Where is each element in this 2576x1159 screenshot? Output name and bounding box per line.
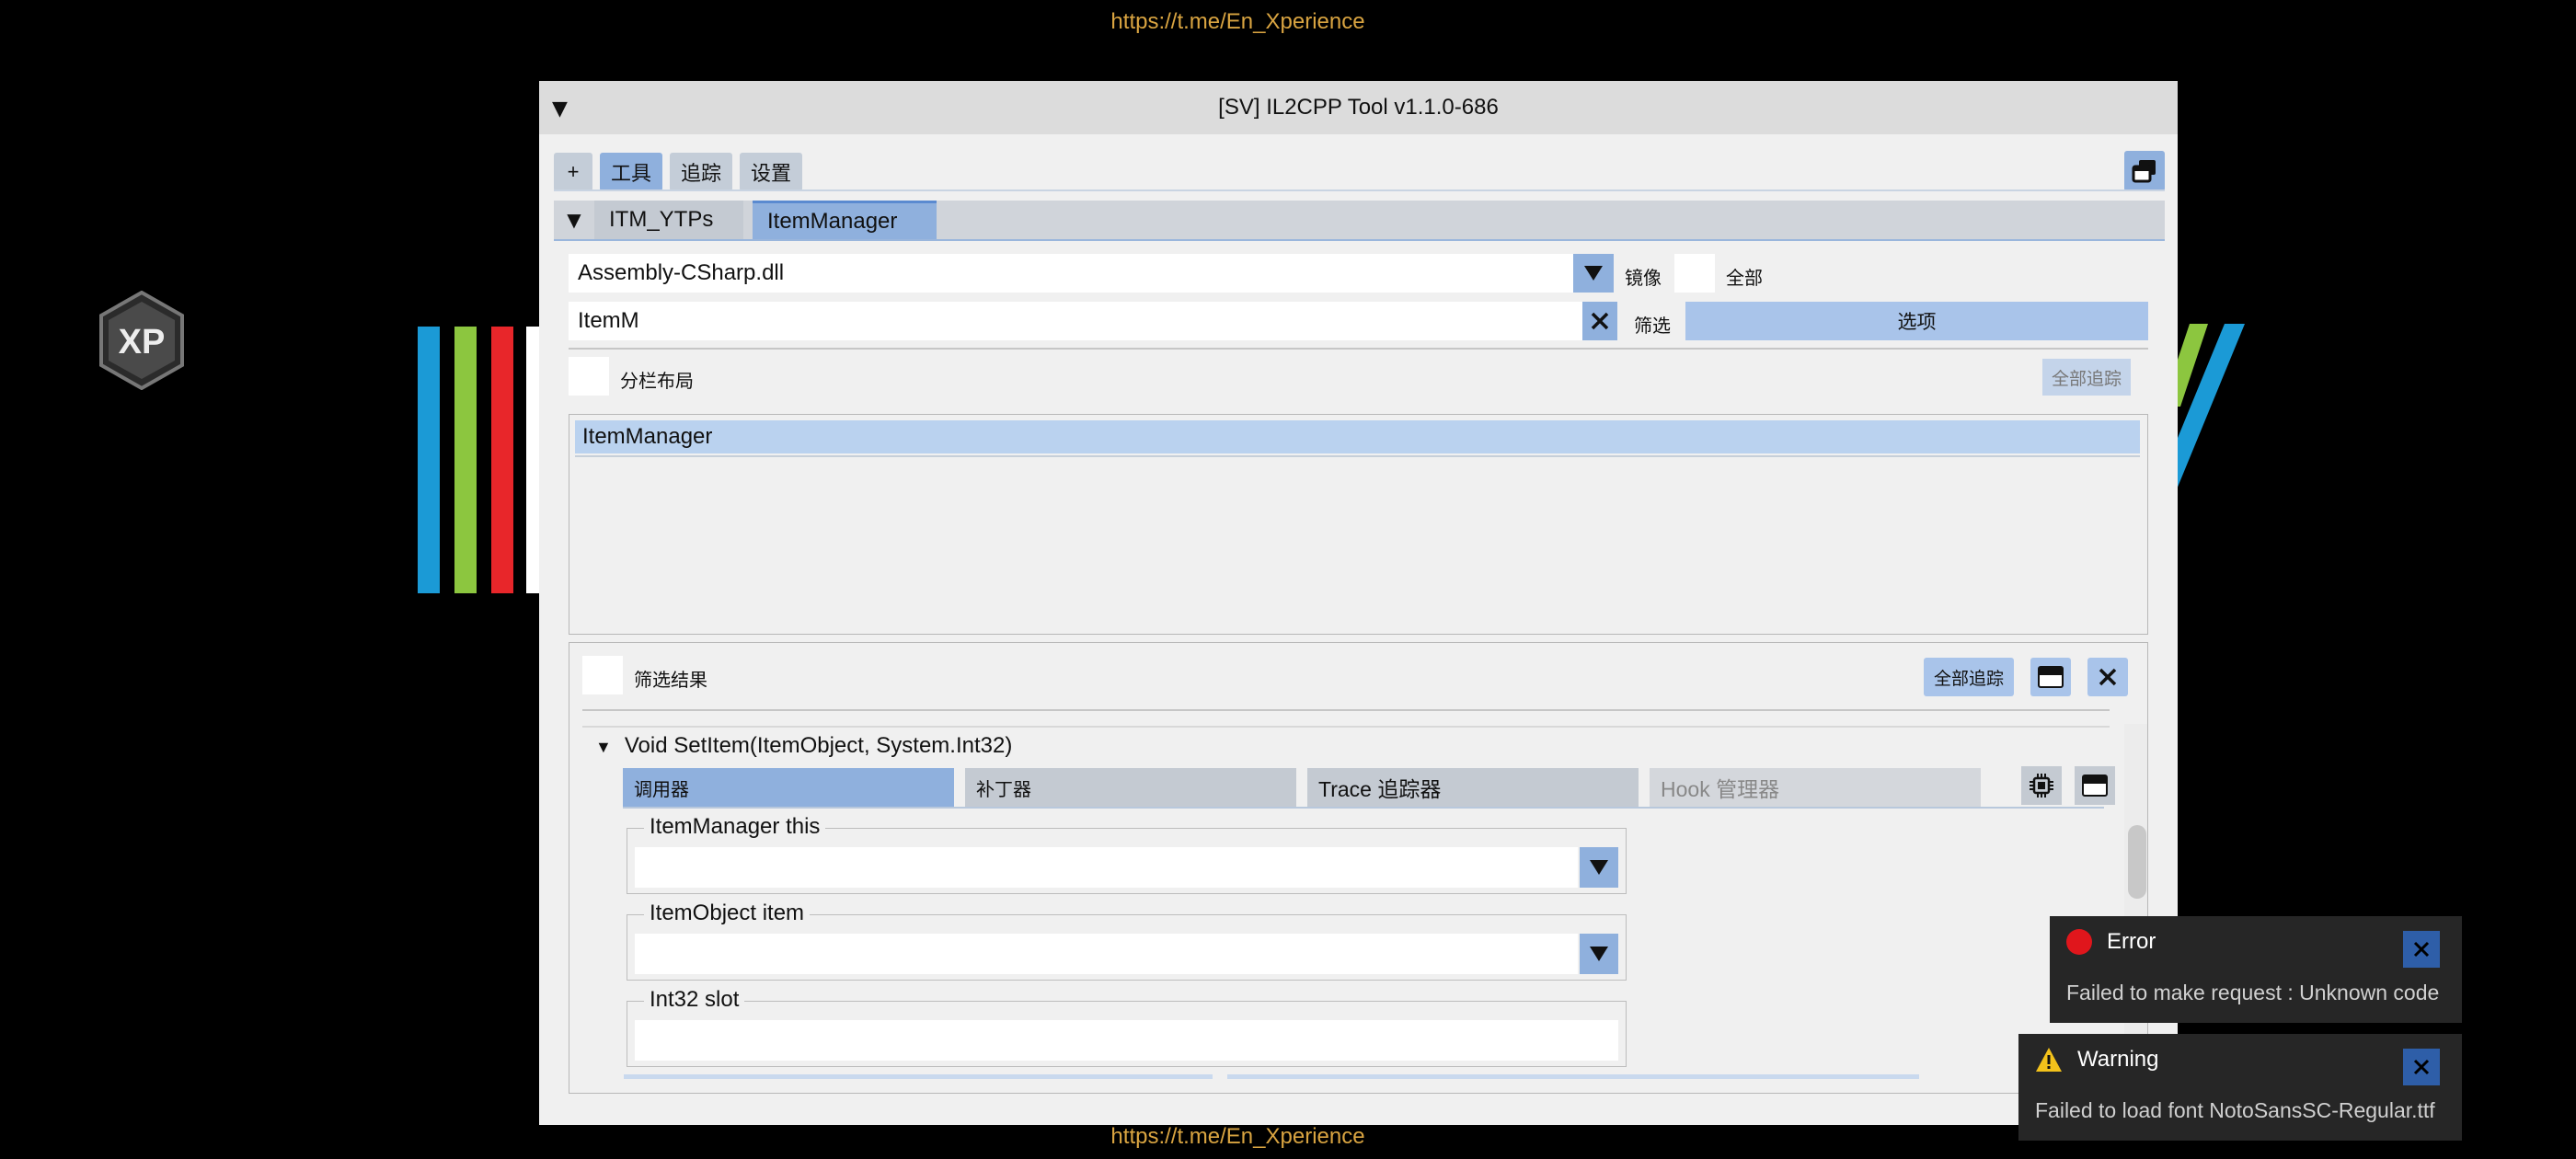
chip-icon bbox=[2030, 774, 2053, 798]
list-item-itemmanager[interactable]: ItemManager bbox=[575, 420, 2140, 453]
window-title: [SV] IL2CPP Tool v1.1.0-686 bbox=[1218, 95, 1499, 120]
assembly-dropdown-button[interactable] bbox=[1573, 254, 1614, 293]
all-label: 全部 bbox=[1726, 267, 1763, 289]
decor-stripes-right bbox=[2171, 324, 2245, 489]
list-item-underline bbox=[575, 455, 2140, 457]
class-tab-bar: ▼ ITM_YTPs ItemManager bbox=[554, 201, 2165, 239]
error-toast-title: Error bbox=[2107, 929, 2156, 954]
all-checkbox[interactable] bbox=[1674, 254, 1715, 293]
top-tab-bar: + 工具 追踪 设置 bbox=[554, 153, 803, 191]
error-toast: Error Failed to make request : Unknown c… bbox=[2050, 916, 2462, 1023]
method-divider bbox=[582, 726, 2110, 728]
chevron-down-icon bbox=[1590, 947, 1608, 961]
filter-results-checkbox[interactable] bbox=[582, 656, 623, 694]
trace-all-classes-button[interactable]: 全部追踪 bbox=[2042, 359, 2131, 396]
chevron-down-icon bbox=[1590, 860, 1608, 875]
param-group-slot: Int32 slot bbox=[627, 987, 1627, 1067]
decor-stripe-blue bbox=[418, 327, 440, 593]
dismiss-warning-button[interactable] bbox=[2403, 1049, 2440, 1085]
tab-itemmanager[interactable]: ItemManager bbox=[753, 201, 937, 239]
param-dropdown-item[interactable] bbox=[1580, 934, 1618, 974]
window-minimize-icon bbox=[2038, 666, 2064, 688]
split-layout-checkbox[interactable] bbox=[569, 357, 609, 396]
warning-toast-header: Warning bbox=[2035, 1047, 2158, 1073]
tab-invoker[interactable]: 调用器 bbox=[623, 768, 954, 807]
subtab-divider bbox=[554, 239, 2165, 241]
minimize-panel-button[interactable] bbox=[2030, 658, 2071, 696]
tab-settings[interactable]: 设置 bbox=[740, 153, 803, 191]
tab-hook-manager[interactable]: Hook 管理器 bbox=[1650, 768, 1981, 807]
method-signature: Void SetItem(ItemObject, System.Int32) bbox=[624, 733, 1013, 758]
param-input-slot[interactable] bbox=[635, 1020, 1618, 1061]
filter-label: 筛选 bbox=[1634, 315, 1671, 337]
filter-results-label: 筛选结果 bbox=[634, 669, 707, 691]
param-input-item[interactable] bbox=[635, 934, 1578, 974]
options-button[interactable]: 选项 bbox=[1685, 302, 2148, 340]
clear-search-button[interactable] bbox=[1582, 302, 1617, 340]
close-icon bbox=[2413, 1059, 2430, 1075]
error-toast-header: Error bbox=[2066, 929, 2156, 955]
tab-tools[interactable]: 工具 bbox=[600, 153, 663, 191]
cpu-settings-button[interactable] bbox=[2021, 766, 2062, 805]
assembly-select[interactable]: Assembly-CSharp.dll bbox=[569, 254, 1573, 293]
class-search-input[interactable]: ItemM bbox=[569, 302, 1588, 340]
add-tab-button[interactable]: + bbox=[554, 153, 592, 191]
decor-stripe-green bbox=[454, 327, 477, 593]
tab-trace[interactable]: 追踪 bbox=[670, 153, 733, 191]
decor-stripe-white bbox=[526, 327, 539, 593]
tab-itm-ytps[interactable]: ITM_YTPs bbox=[594, 201, 743, 239]
error-icon bbox=[2066, 929, 2092, 955]
tab-trace-tracker[interactable]: Trace 追踪器 bbox=[1307, 768, 1639, 807]
class-list: ItemManager bbox=[569, 414, 2148, 635]
search-divider bbox=[569, 348, 2148, 350]
results-divider bbox=[582, 709, 2110, 711]
close-icon bbox=[1591, 312, 1609, 330]
xp-logo-icon: XP bbox=[99, 291, 184, 390]
window-icon bbox=[2082, 775, 2108, 797]
trace-all-methods-button[interactable]: 全部追踪 bbox=[1924, 658, 2014, 696]
url-watermark-top: https://t.me/En_Xperience bbox=[1110, 9, 1365, 34]
close-icon bbox=[2099, 668, 2117, 686]
param-label-slot: Int32 slot bbox=[644, 987, 745, 1013]
param-dropdown-this[interactable] bbox=[1580, 847, 1618, 888]
window-titlebar[interactable]: ▼ [SV] IL2CPP Tool v1.1.0-686 bbox=[539, 81, 2178, 134]
results-scrollbar-thumb[interactable] bbox=[2128, 825, 2146, 899]
dismiss-error-button[interactable] bbox=[2403, 931, 2440, 968]
method-tool-tabs: 调用器 补丁器 Trace 追踪器 Hook 管理器 bbox=[623, 768, 1981, 807]
warning-toast-title: Warning bbox=[2077, 1047, 2159, 1072]
chevron-down-icon bbox=[1584, 266, 1603, 281]
expand-triangle-icon[interactable]: ▼ bbox=[595, 738, 612, 756]
param-label-item: ItemObject item bbox=[644, 901, 811, 926]
warning-toast-message: Failed to load font NotoSansSC-Regular.t… bbox=[2035, 1098, 2435, 1122]
param-label-this: ItemManager this bbox=[644, 814, 826, 840]
popout-window-button[interactable] bbox=[2075, 766, 2115, 805]
bottom-action-bar-right bbox=[1227, 1074, 1919, 1079]
tab-divider bbox=[554, 189, 2165, 191]
bottom-action-bar-left bbox=[624, 1074, 1213, 1079]
warning-toast: Warning Failed to load font NotoSansSC-R… bbox=[2018, 1034, 2462, 1141]
decor-stripe-red bbox=[491, 327, 513, 593]
tab-patcher[interactable]: 补丁器 bbox=[965, 768, 1296, 807]
window-stack-button[interactable] bbox=[2124, 151, 2165, 191]
error-toast-message: Failed to make request : Unknown code bbox=[2066, 981, 2440, 1004]
param-group-item: ItemObject item bbox=[627, 901, 1627, 981]
collapse-triangle-icon[interactable]: ▼ bbox=[552, 98, 568, 120]
mirror-label: 镜像 bbox=[1625, 267, 1662, 289]
method-header[interactable]: ▼ Void SetItem(ItemObject, System.Int32) bbox=[595, 733, 1012, 759]
xp-logo-text: XP bbox=[119, 323, 166, 361]
param-group-this: ItemManager this bbox=[627, 814, 1627, 894]
close-panel-button[interactable] bbox=[2087, 658, 2128, 696]
tabs-divider bbox=[623, 807, 2104, 809]
param-input-this[interactable] bbox=[635, 847, 1578, 888]
tab-list-dropdown-icon[interactable]: ▼ bbox=[554, 201, 594, 239]
warning-icon bbox=[2036, 1048, 2062, 1072]
windows-stack-icon bbox=[2132, 160, 2156, 183]
split-layout-label: 分栏布局 bbox=[620, 370, 694, 392]
close-icon bbox=[2413, 941, 2430, 958]
